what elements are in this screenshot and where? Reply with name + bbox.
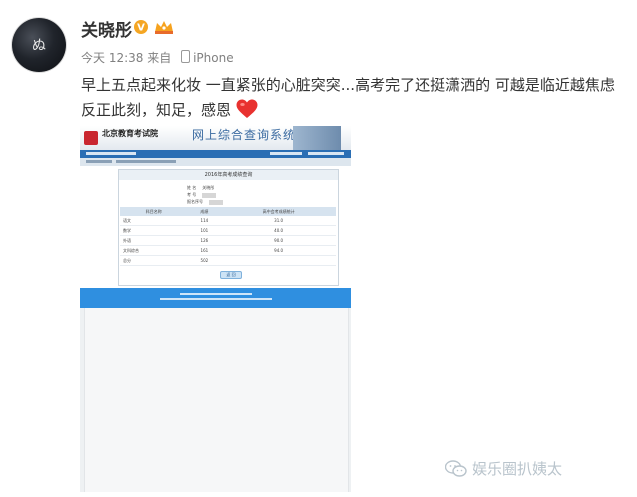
source-prefix: 来自 — [147, 51, 172, 65]
post-text: 早上五点起来化妆 一直紧张的心脏突突...高考完了还挺潇洒的 可越是临近越焦虑 … — [81, 73, 631, 123]
shot-site-name: 北京教育考试院 — [102, 129, 158, 138]
table-row: 外语 126 90.0 — [120, 235, 336, 246]
table-row: 语文 114 31.0 — [120, 216, 336, 226]
shot-page: 2016年高考成绩查询 姓 名关晓彤 考 号 报名序号 科目名称 成绩 高中会考… — [80, 166, 351, 288]
user-name[interactable]: 关晓彤 — [81, 16, 132, 41]
shot-blank-area — [80, 308, 351, 492]
watermark-text: 娱乐圈扒姨太 — [472, 460, 563, 478]
field-registration-number: 报名序号 — [187, 199, 223, 205]
post-line-2: 反正此刻，知足，感恩 — [81, 101, 232, 119]
phone-icon — [181, 50, 191, 63]
building-image — [293, 126, 341, 150]
verified-badge-icon: V — [134, 20, 148, 34]
avatar[interactable]: ぬ — [12, 18, 66, 72]
score-panel-title: 2016年高考成绩查询 — [119, 170, 338, 180]
score-table: 科目名称 成绩 高中会考成绩统计 语文 114 31.0 数学 101 40.0… — [120, 207, 336, 266]
table-row: 文科综合 161 94.0 — [120, 245, 336, 256]
score-table-header: 科目名称 成绩 高中会考成绩统计 — [120, 207, 336, 216]
table-row: 总分 502 — [120, 255, 336, 266]
post-line-1: 早上五点起来化妆 一直紧张的心脏突突...高考完了还挺潇洒的 可越是临近越焦虑 — [81, 76, 615, 94]
post-time[interactable]: 今天 12:38 — [81, 51, 143, 65]
shot-back-button: 返 回 — [220, 271, 242, 279]
wechat-icon — [445, 459, 467, 477]
table-row: 数学 101 40.0 — [120, 225, 336, 236]
member-crown-icon[interactable] — [153, 19, 175, 35]
post-meta: 今天 12:38 来自 iPhone — [81, 49, 234, 66]
heart-emoji-icon — [236, 99, 258, 118]
watermark: 娱乐圈扒姨太 — [445, 458, 562, 479]
shot-banner: 北京教育考试院 网上综合查询系统 — [80, 126, 351, 150]
shot-system-title: 网上综合查询系统 — [192, 128, 297, 142]
shot-footer — [80, 288, 351, 308]
post-line-2-wrap: 反正此刻，知足，感恩 — [81, 98, 631, 123]
field-name: 姓 名关晓彤 — [187, 185, 215, 190]
attached-image[interactable]: 北京教育考试院 网上综合查询系统 2016年高考成绩查询 姓 名关晓彤 考 号 … — [80, 126, 351, 492]
shot-breadcrumb — [80, 158, 351, 166]
score-panel: 2016年高考成绩查询 姓 名关晓彤 考 号 报名序号 科目名称 成绩 高中会考… — [118, 169, 339, 286]
shot-nav-bar — [80, 150, 351, 158]
field-exam-number: 考 号 — [187, 192, 217, 198]
avatar-text: ぬ — [32, 38, 46, 54]
svg-text:V: V — [137, 23, 145, 34]
post-source[interactable]: iPhone — [193, 51, 234, 65]
exam-authority-logo-icon — [84, 131, 98, 145]
